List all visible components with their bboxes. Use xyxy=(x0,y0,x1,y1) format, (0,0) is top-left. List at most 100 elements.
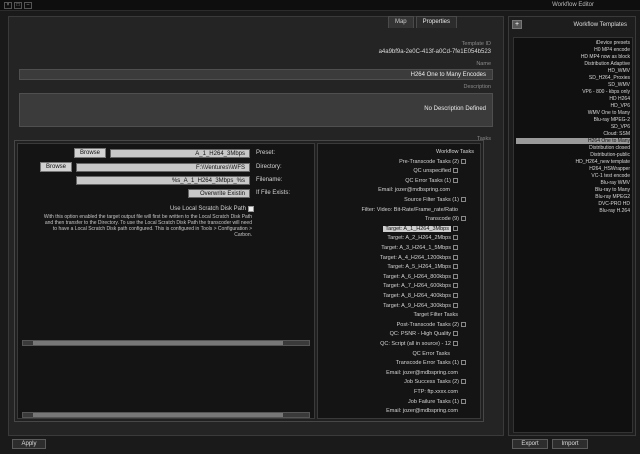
scrollbar-thumb[interactable] xyxy=(33,341,283,345)
tree-item[interactable]: Email: jozer@mdbspring.com xyxy=(378,186,450,194)
task-properties-panel: Preset: A_1_H264_3Mbps Browse Directory:… xyxy=(17,143,315,419)
template-list-item[interactable]: DVC-PRO HD xyxy=(516,201,630,207)
template-list-item[interactable]: iDevice presets xyxy=(516,40,630,46)
tree-item[interactable]: Target: A_3_H264_1_5Mbps xyxy=(381,244,458,252)
template-list-item[interactable]: SD_WMV xyxy=(516,82,630,88)
filename-field[interactable]: %s_A_1_H264_3Mbps_%s xyxy=(76,176,250,185)
tree-item[interactable]: Email: jozer@mdbspring.com xyxy=(386,407,458,415)
tree-item[interactable]: Workflow Tasks xyxy=(436,148,474,156)
template-list-item[interactable]: HD H264 xyxy=(516,96,630,102)
tree-item-label: Target: A_2_H264_2Mbps xyxy=(387,235,451,242)
template-list-item[interactable]: H0 MP4 encode xyxy=(516,47,630,53)
props-lower-scrollbar[interactable] xyxy=(22,412,310,418)
tree-checkbox[interactable] xyxy=(453,302,458,308)
description-field[interactable]: No Description Defined xyxy=(19,93,493,127)
scrollbar-thumb[interactable] xyxy=(33,413,283,417)
template-list-item[interactable]: SD_H264_Proxies xyxy=(516,75,630,81)
template-list-item[interactable]: H264_HSWrapper xyxy=(516,166,630,172)
template-list-item[interactable]: VP6 - 800 - kbps only xyxy=(516,89,630,95)
tree-item[interactable]: QC Error Tasks xyxy=(413,350,451,358)
tree-item[interactable]: QC unspecified xyxy=(413,167,458,175)
tree-item[interactable]: QC Error Tasks (1) xyxy=(405,177,458,185)
tree-checkbox[interactable] xyxy=(453,293,458,298)
tree-item[interactable]: Filter: Video: Bit-Rate/Frame_rate/Ratio xyxy=(362,206,459,214)
tree-checkbox[interactable] xyxy=(461,360,466,366)
file-exists-select[interactable]: Overwrite Existin xyxy=(188,189,250,198)
template-list-item[interactable]: Blu-ray MPEG-2 xyxy=(516,117,630,123)
tree-checkbox[interactable] xyxy=(461,158,466,164)
template-list-item[interactable]: WMV One to Many xyxy=(516,110,630,116)
tree-item[interactable]: Target: A_2_H264_2Mbps xyxy=(387,234,458,242)
minimize-window-icon[interactable]: – xyxy=(24,2,32,9)
template-list-item[interactable]: HD_WMV xyxy=(516,68,630,74)
tree-checkbox[interactable] xyxy=(453,235,458,241)
template-list-item[interactable]: Blu-ray H.264 xyxy=(516,208,630,214)
tree-item[interactable]: Pre-Transcode Tasks (2) xyxy=(399,158,466,166)
tree-item[interactable]: Email: jozer@mdbspring.com xyxy=(386,369,458,377)
tree-item[interactable]: Target: A_9_H264_300kbps xyxy=(383,302,458,310)
tree-checkbox[interactable] xyxy=(453,168,458,174)
template-list-item[interactable]: H264 One to Many xyxy=(516,138,630,144)
template-list-item[interactable]: Blu-ray WMV xyxy=(516,180,630,186)
tree-item[interactable]: Transcode Error Tasks (1) xyxy=(396,359,466,367)
maximize-window-icon[interactable]: □ xyxy=(14,2,22,9)
name-field[interactable]: H264 One to Many Encodes xyxy=(19,69,493,80)
tree-item[interactable]: Source Filter Tasks (1) xyxy=(404,196,466,204)
template-list[interactable]: iDevice presets H0 MP4 encode HD MP4 now a… xyxy=(513,37,633,433)
tree-item[interactable]: Target: A_8_H264_400kbps xyxy=(383,292,458,300)
tree-checkbox[interactable] xyxy=(453,264,458,270)
tree-item[interactable]: Transcode (9) xyxy=(425,215,466,223)
tree-checkbox[interactable] xyxy=(453,177,458,183)
tab-map[interactable]: Map xyxy=(387,16,414,28)
tree-checkbox[interactable] xyxy=(461,197,466,202)
browse-preset-button[interactable]: Browse xyxy=(74,148,106,158)
tree-item[interactable]: Target: A_4_H264_1200kbps xyxy=(380,254,458,262)
template-list-item[interactable]: HD_VP6 xyxy=(516,103,630,109)
tab-properties[interactable]: Properties xyxy=(415,16,457,28)
import-button[interactable]: Import xyxy=(552,439,588,449)
template-list-item[interactable]: VC-1 test encode xyxy=(516,173,630,179)
preset-field[interactable]: A_1_H264_3Mbps xyxy=(110,149,250,158)
apply-button[interactable]: Apply xyxy=(12,439,46,449)
tree-checkbox[interactable] xyxy=(461,379,466,385)
tree-checkbox[interactable] xyxy=(453,283,458,289)
tree-item[interactable]: Target: A_7_H264_600kbps xyxy=(383,282,458,290)
tree-item[interactable]: Target: A_1_H264_3Mbps xyxy=(383,225,458,233)
tree-item[interactable]: FTP: ftp.xxxx.com xyxy=(414,388,458,396)
template-list-item[interactable]: Distribution closed xyxy=(516,145,630,151)
tree-item[interactable]: Job Success Tasks (2) xyxy=(404,378,466,386)
tree-item[interactable]: Target Filter Tasks xyxy=(413,311,458,319)
template-list-item[interactable]: Blu-ray MPEG2 xyxy=(516,194,630,200)
template-list-item[interactable]: Cloud: SSM xyxy=(516,131,630,137)
export-button[interactable]: Export xyxy=(512,439,548,449)
close-window-icon[interactable]: × xyxy=(4,2,12,9)
props-horizontal-scrollbar[interactable] xyxy=(22,340,310,346)
browse-directory-button[interactable]: Browse xyxy=(40,162,72,172)
tree-item-label: Email: jozer@mdbspring.com xyxy=(378,187,450,194)
tree-item[interactable]: Target: A_5_H264_1Mbps xyxy=(387,263,458,271)
template-list-item[interactable]: HD_H264_new template xyxy=(516,159,630,165)
workflow-task-tree[interactable]: Workflow Tasks Pre-Transcode Tasks (2) QC … xyxy=(317,143,481,419)
tree-checkbox[interactable] xyxy=(453,331,458,337)
template-list-item[interactable]: Blu-ray to Many xyxy=(516,187,630,193)
tree-item[interactable]: Target: A_6_H264_800kbps xyxy=(383,273,458,281)
tree-item[interactable]: QC: Script (all in source) - 12 xyxy=(380,340,458,348)
tree-item[interactable]: QC: PSNR - High Quality xyxy=(390,330,458,338)
template-list-item[interactable]: Distribution Adaptive xyxy=(516,61,630,67)
template-list-item[interactable]: Distribution-public xyxy=(516,152,630,158)
tree-checkbox[interactable] xyxy=(453,273,458,279)
template-list-item[interactable]: HD MP4 now as block xyxy=(516,54,630,60)
add-template-button[interactable]: + xyxy=(512,20,522,29)
template-list-item[interactable]: SD_VP6 xyxy=(516,124,630,130)
tree-checkbox[interactable] xyxy=(453,254,458,260)
tree-checkbox[interactable] xyxy=(461,398,466,404)
directory-field[interactable]: F:\\Ventures\\WFS xyxy=(76,163,250,172)
scratch-disk-checkbox[interactable] xyxy=(248,206,254,212)
tree-checkbox[interactable] xyxy=(453,245,458,250)
tree-item[interactable]: Post-Transcode Tasks (2) xyxy=(397,321,466,329)
tree-checkbox[interactable] xyxy=(453,341,458,346)
tree-checkbox[interactable] xyxy=(461,321,466,327)
tree-checkbox[interactable] xyxy=(461,216,466,222)
tree-checkbox[interactable] xyxy=(453,225,458,231)
tree-item[interactable]: Job Failure Tasks (1) xyxy=(408,398,466,406)
